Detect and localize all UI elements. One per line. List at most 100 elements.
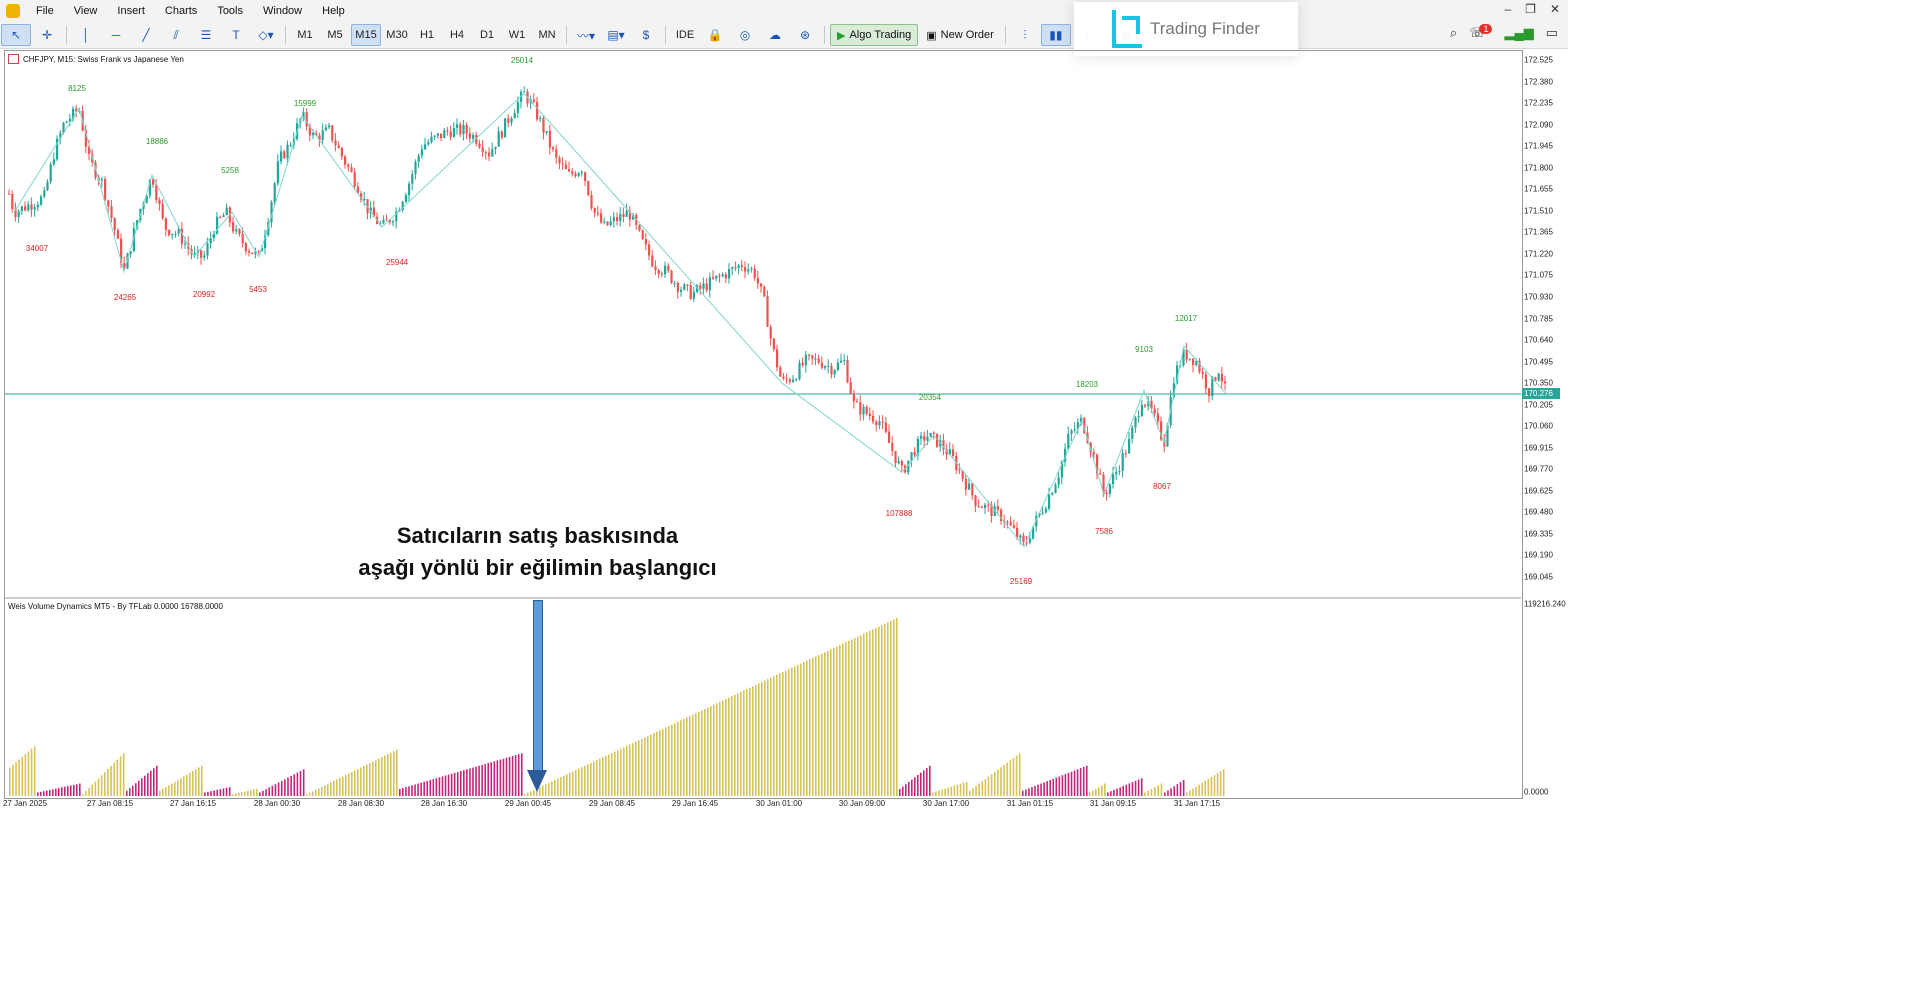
bull-candle — [613, 217, 615, 221]
price-axis-label: 170.785 — [1524, 314, 1553, 323]
buy-volume-bar — [755, 685, 757, 796]
sell-volume-bar — [1074, 770, 1076, 796]
bear-candle — [350, 167, 352, 172]
time-axis-label: 31 Jan 09:15 — [1090, 799, 1136, 808]
sell-volume-bar — [223, 788, 225, 796]
buy-volume-bar — [590, 763, 592, 796]
buy-volume-bar — [710, 706, 712, 796]
buy-volume-bar — [366, 765, 368, 796]
bull-candle — [680, 290, 682, 292]
bear-candle — [891, 443, 893, 451]
bull-candle — [827, 366, 829, 367]
buy-volume-bar — [378, 759, 380, 796]
buy-volume-bar — [198, 768, 200, 796]
buy-volume-bar — [731, 696, 733, 796]
buy-volume-bar — [1010, 760, 1012, 796]
sell-volume-bar — [472, 768, 474, 796]
buy-volume-bar — [596, 760, 598, 796]
buy-volume-bar — [872, 629, 874, 796]
bull-candle — [491, 149, 493, 157]
buy-volume-bar — [848, 641, 850, 796]
buy-volume-bar — [941, 790, 943, 796]
price-axis-label: 171.800 — [1524, 163, 1553, 172]
buy-volume-bar — [764, 681, 766, 796]
sell-volume-bar — [1138, 779, 1140, 796]
time-axis-label: 29 Jan 16:45 — [672, 799, 718, 808]
price-axis-label: 172.235 — [1524, 99, 1553, 108]
bull-candle — [1006, 522, 1008, 523]
sell-volume-bar — [300, 771, 302, 796]
buy-volume-bar — [728, 698, 730, 796]
bull-candle — [194, 253, 196, 254]
bear-candle — [574, 174, 576, 176]
swing-volume-label: 12017 — [1175, 314, 1197, 323]
sell-volume-bar — [439, 777, 441, 796]
buy-volume-bar — [256, 789, 258, 796]
buy-volume-bar — [120, 756, 122, 796]
buy-volume-bar — [969, 791, 971, 796]
bear-candle — [347, 165, 349, 167]
bull-candle — [792, 380, 794, 382]
buy-volume-bar — [776, 675, 778, 796]
sell-volume-bar — [64, 787, 66, 796]
bull-candle — [498, 131, 500, 146]
bull-candle — [930, 433, 932, 437]
bull-candle — [408, 184, 410, 195]
bear-candle — [869, 414, 871, 416]
bull-candle — [814, 358, 816, 359]
sell-volume-bar — [460, 771, 462, 796]
bear-candle — [965, 479, 967, 490]
buy-volume-bar — [767, 679, 769, 796]
bull-candle — [898, 461, 900, 463]
buy-volume-bar — [165, 787, 167, 796]
bull-candle — [18, 211, 20, 217]
bull-candle — [1067, 434, 1069, 449]
sell-volume-bar — [268, 787, 270, 796]
bear-candle — [162, 204, 164, 218]
sell-volume-bar — [923, 770, 925, 796]
sell-volume-bar — [908, 782, 910, 796]
buy-volume-bar — [117, 760, 119, 796]
buy-volume-bar — [1101, 785, 1103, 796]
buy-volume-bar — [896, 618, 898, 796]
buy-volume-bar — [716, 703, 718, 796]
bear-candle — [597, 213, 599, 214]
bull-candle — [1042, 513, 1044, 514]
swing-volume-label: 24265 — [114, 293, 136, 302]
bear-candle — [1208, 388, 1210, 396]
sell-volume-bar — [905, 784, 907, 796]
bull-candle — [222, 215, 224, 217]
bear-candle — [638, 225, 640, 231]
bear-candle — [507, 118, 509, 122]
sell-volume-bar — [466, 769, 468, 796]
buy-volume-bar — [318, 788, 320, 796]
bull-candle — [843, 360, 845, 361]
swing-volume-label: 25169 — [1010, 577, 1032, 586]
bear-candle — [776, 349, 778, 367]
time-axis-label: 30 Jan 01:00 — [756, 799, 802, 808]
bear-candle — [386, 220, 388, 221]
buy-volume-bar — [830, 649, 832, 796]
buy-volume-bar — [785, 671, 787, 796]
chart-canvas — [0, 0, 1568, 813]
buy-volume-bar — [578, 769, 580, 796]
bull-candle — [421, 149, 423, 155]
swing-volume-label: 18886 — [146, 137, 168, 146]
bear-candle — [830, 366, 832, 375]
buy-volume-bar — [1195, 787, 1197, 796]
bull-candle — [1138, 416, 1140, 417]
sell-volume-bar — [1167, 790, 1169, 796]
sell-volume-bar — [1110, 791, 1112, 796]
buy-volume-bar — [357, 769, 359, 796]
bull-candle — [472, 135, 474, 139]
sell-volume-bar — [423, 782, 425, 796]
symbol-title-text: CHFJPY, M15: Swiss Frank vs Japanese Yen — [23, 55, 184, 64]
buy-volume-bar — [372, 762, 374, 796]
bear-candle — [718, 276, 720, 277]
buy-volume-bar — [168, 785, 170, 796]
buy-volume-bar — [674, 723, 676, 796]
buy-volume-bar — [1189, 791, 1191, 796]
bear-candle — [1106, 493, 1108, 494]
buy-volume-bar — [815, 656, 817, 796]
sell-volume-bar — [287, 778, 289, 796]
